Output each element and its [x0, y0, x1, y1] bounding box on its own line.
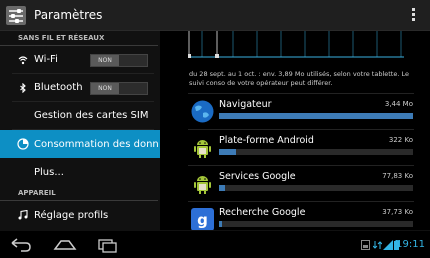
browser-globe-icon [191, 100, 214, 123]
android-robot-icon [194, 176, 211, 194]
usage-bar [219, 113, 413, 119]
app-row-google-services[interactable]: Services Google 77,83 Ko [188, 165, 414, 201]
app-name: Recherche Google [219, 207, 306, 218]
sidebar-item-label: Bluetooth [34, 82, 83, 93]
app-row-browser[interactable]: Navigateur 3,44 Mo [188, 93, 414, 129]
usage-bar [219, 149, 413, 155]
app-usage-size: 37,73 Ko [382, 208, 413, 216]
app-usage-size: 322 Ko [388, 136, 413, 144]
section-header-wireless: SANS FIL ET RÉSEAUX [0, 31, 158, 46]
sidebar-item-label: Consommation des donné [34, 138, 159, 150]
back-icon[interactable] [9, 237, 33, 253]
action-bar: Paramètres [0, 0, 430, 31]
navigation-bar: 19:11 [0, 230, 430, 258]
overflow-menu-icon[interactable] [412, 8, 416, 22]
app-name: Navigateur [219, 99, 272, 110]
sidebar-item-data-usage[interactable]: Consommation des donné [0, 130, 160, 158]
google-search-icon: g [191, 208, 214, 230]
sidebar-item-label: Gestion des cartes SIM [34, 110, 149, 121]
page-title: Paramètres [34, 8, 103, 22]
sidebar-item-more[interactable]: Plus... [0, 158, 160, 186]
app-name: Services Google [219, 171, 296, 182]
data-usage-icon [17, 138, 29, 150]
app-row-android-platform[interactable]: Plate-forme Android 322 Ko [188, 129, 414, 165]
app-usage-size: 77,83 Ko [382, 172, 413, 180]
toggle-state: NON [91, 55, 119, 66]
sidebar-item-label: Wi-Fi [34, 54, 58, 65]
screenshot-notification-icon[interactable] [361, 240, 370, 250]
sidebar-item-wifi[interactable]: Wi-Fi NON [12, 46, 154, 74]
sidebar-item-label: Réglage profils [34, 209, 109, 221]
sidebar-item-sound[interactable]: Réglage profils [0, 201, 160, 229]
wifi-toggle[interactable]: NON [90, 54, 148, 67]
android-robot-icon [194, 140, 211, 158]
usage-chart[interactable] [188, 31, 404, 58]
usage-bar [219, 221, 413, 227]
app-usage-size: 3,44 Mo [384, 100, 413, 108]
wifi-icon [18, 56, 28, 65]
music-note-icon [18, 210, 28, 220]
toggle-state: NON [91, 83, 119, 94]
settings-sidebar: SANS FIL ET RÉSEAUX Wi-Fi NON Bluetooth … [0, 31, 160, 230]
app-row-google-search[interactable]: g Recherche Google 37,73 Ko [188, 201, 414, 230]
data-transfer-icon [373, 241, 382, 249]
sidebar-item-bluetooth[interactable]: Bluetooth NON [12, 74, 154, 102]
bluetooth-toggle[interactable]: NON [90, 82, 148, 95]
home-icon[interactable] [53, 237, 77, 253]
svg-text:g: g [197, 211, 208, 229]
section-header-device: APPAREIL [0, 186, 158, 201]
signal-strength-icon [383, 240, 393, 250]
usage-summary: du 28 sept. au 1 oct. : env. 3,89 Mo uti… [189, 70, 409, 87]
app-name: Plate-forme Android [219, 135, 314, 146]
settings-app-icon[interactable] [6, 6, 26, 25]
sidebar-item-sim[interactable]: Gestion des cartes SIM [12, 102, 154, 130]
recent-apps-icon[interactable] [96, 237, 120, 253]
usage-bar [219, 185, 413, 191]
sidebar-item-label: Plus... [34, 166, 64, 178]
bluetooth-icon [20, 83, 26, 93]
status-clock: 19:11 [396, 239, 425, 250]
data-usage-pane: du 28 sept. au 1 oct. : env. 3,89 Mo uti… [160, 31, 430, 230]
